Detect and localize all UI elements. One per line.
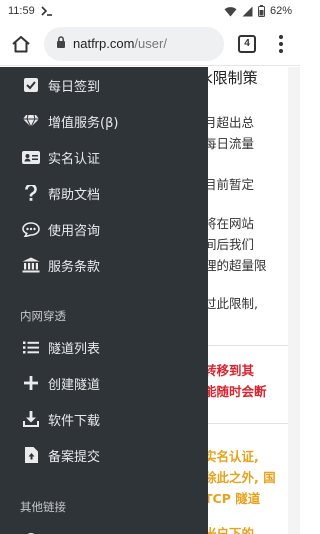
nav-item-label: 帮助文档 (48, 187, 101, 203)
content-line: k限制策 (204, 69, 258, 87)
notice-line: 米户下的 (204, 526, 255, 534)
home-icon (12, 35, 30, 52)
bank-icon (22, 256, 40, 274)
nav-item-label: 使用咨询 (48, 223, 101, 239)
notice-line: 实名认证, (204, 449, 259, 464)
battery-percent: 62% (269, 5, 292, 17)
browser-toolbar: natfrp.com/user/ 4 (0, 22, 300, 66)
nav-item-terms[interactable]: 服务条款 (0, 247, 208, 283)
nav-item-filing[interactable]: 备案提交 (0, 437, 208, 473)
nav-item-tunnel-list[interactable]: 隧道列表 (0, 329, 208, 365)
check-square-icon (22, 76, 40, 94)
notice-line: TCP 隧道 (204, 491, 261, 506)
notice-line: 除此之外, 国 (204, 470, 276, 485)
nav-item-label: 软件下载 (48, 413, 101, 429)
nav-item-docs[interactable]: 帮助文档 (0, 175, 208, 211)
nav-item-label: 实名认证 (48, 151, 101, 167)
section-title-other: 其他链接 (20, 500, 66, 514)
address-bar[interactable]: natfrp.com/user/ (44, 26, 224, 61)
nav-item-label: 增值服务(β) (48, 115, 119, 131)
nav-item-cut-off[interactable] (0, 521, 208, 534)
status-bar: 11:59 62% (0, 0, 300, 22)
link-icon (22, 530, 40, 534)
nav-item-checkin[interactable]: 每日签到 (0, 67, 208, 103)
dot-icon (279, 48, 283, 53)
battery-icon (257, 5, 265, 17)
nav-item-premium[interactable]: 增值服务(β) (0, 103, 208, 139)
content-line: 目前暂定 (204, 177, 255, 192)
content-line: 理的超量限 (204, 258, 267, 273)
status-time: 11:59 (8, 5, 35, 17)
chat-icon (22, 220, 40, 238)
dot-icon (279, 34, 283, 39)
nav-item-label: 服务条款 (48, 259, 101, 275)
dot-icon (279, 41, 283, 46)
nav-item-label: 每日签到 (48, 79, 101, 95)
nav-item-label: 备案提交 (48, 449, 101, 465)
content-line: 间后我们 (204, 237, 255, 252)
plus-icon (22, 374, 40, 392)
content-line: 每日流量 (204, 136, 255, 151)
divider (204, 423, 288, 424)
file-upload-icon (22, 446, 40, 464)
nav-drawer: 每日签到 增值服务(β) 实名认证 帮助文档 使用咨询 服务条款 内网穿透 隧道… (0, 67, 208, 534)
signal-icon (242, 6, 253, 17)
download-icon (22, 410, 40, 428)
wifi-icon (224, 6, 237, 17)
content-line: 将在网站 (204, 216, 255, 231)
nav-item-label: 隧道列表 (48, 341, 101, 357)
url-host: natfrp.com (73, 36, 135, 51)
content-line: 过此限制, (204, 296, 258, 311)
content-line: 月超出总 (204, 115, 255, 130)
nav-item-label: 创建隧道 (48, 377, 101, 393)
tab-switcher-button[interactable]: 4 (238, 34, 256, 53)
divider (204, 345, 288, 346)
more-menu-button[interactable] (272, 31, 290, 57)
diamond-icon (22, 112, 40, 130)
home-button[interactable] (8, 31, 34, 57)
id-card-icon (22, 148, 40, 166)
nav-item-create-tunnel[interactable]: 创建隧道 (0, 365, 208, 401)
list-icon (22, 338, 40, 356)
nav-item-verification[interactable]: 实名认证 (0, 139, 208, 175)
nav-item-download[interactable]: 软件下载 (0, 401, 208, 437)
url-path: /user/ (134, 36, 167, 51)
section-title-tunnel: 内网穿透 (20, 309, 66, 323)
lock-icon (56, 36, 66, 51)
content-card: k限制策 月超出总 每日流量 目前暂定 将在网站 间后我们 理的超量限 过此限制… (196, 67, 288, 534)
question-icon (22, 184, 40, 202)
terminal-icon (41, 6, 53, 16)
warning-line: 转移到其 (204, 363, 255, 378)
warning-line: 能随时会断 (204, 384, 267, 399)
nav-item-consult[interactable]: 使用咨询 (0, 211, 208, 247)
